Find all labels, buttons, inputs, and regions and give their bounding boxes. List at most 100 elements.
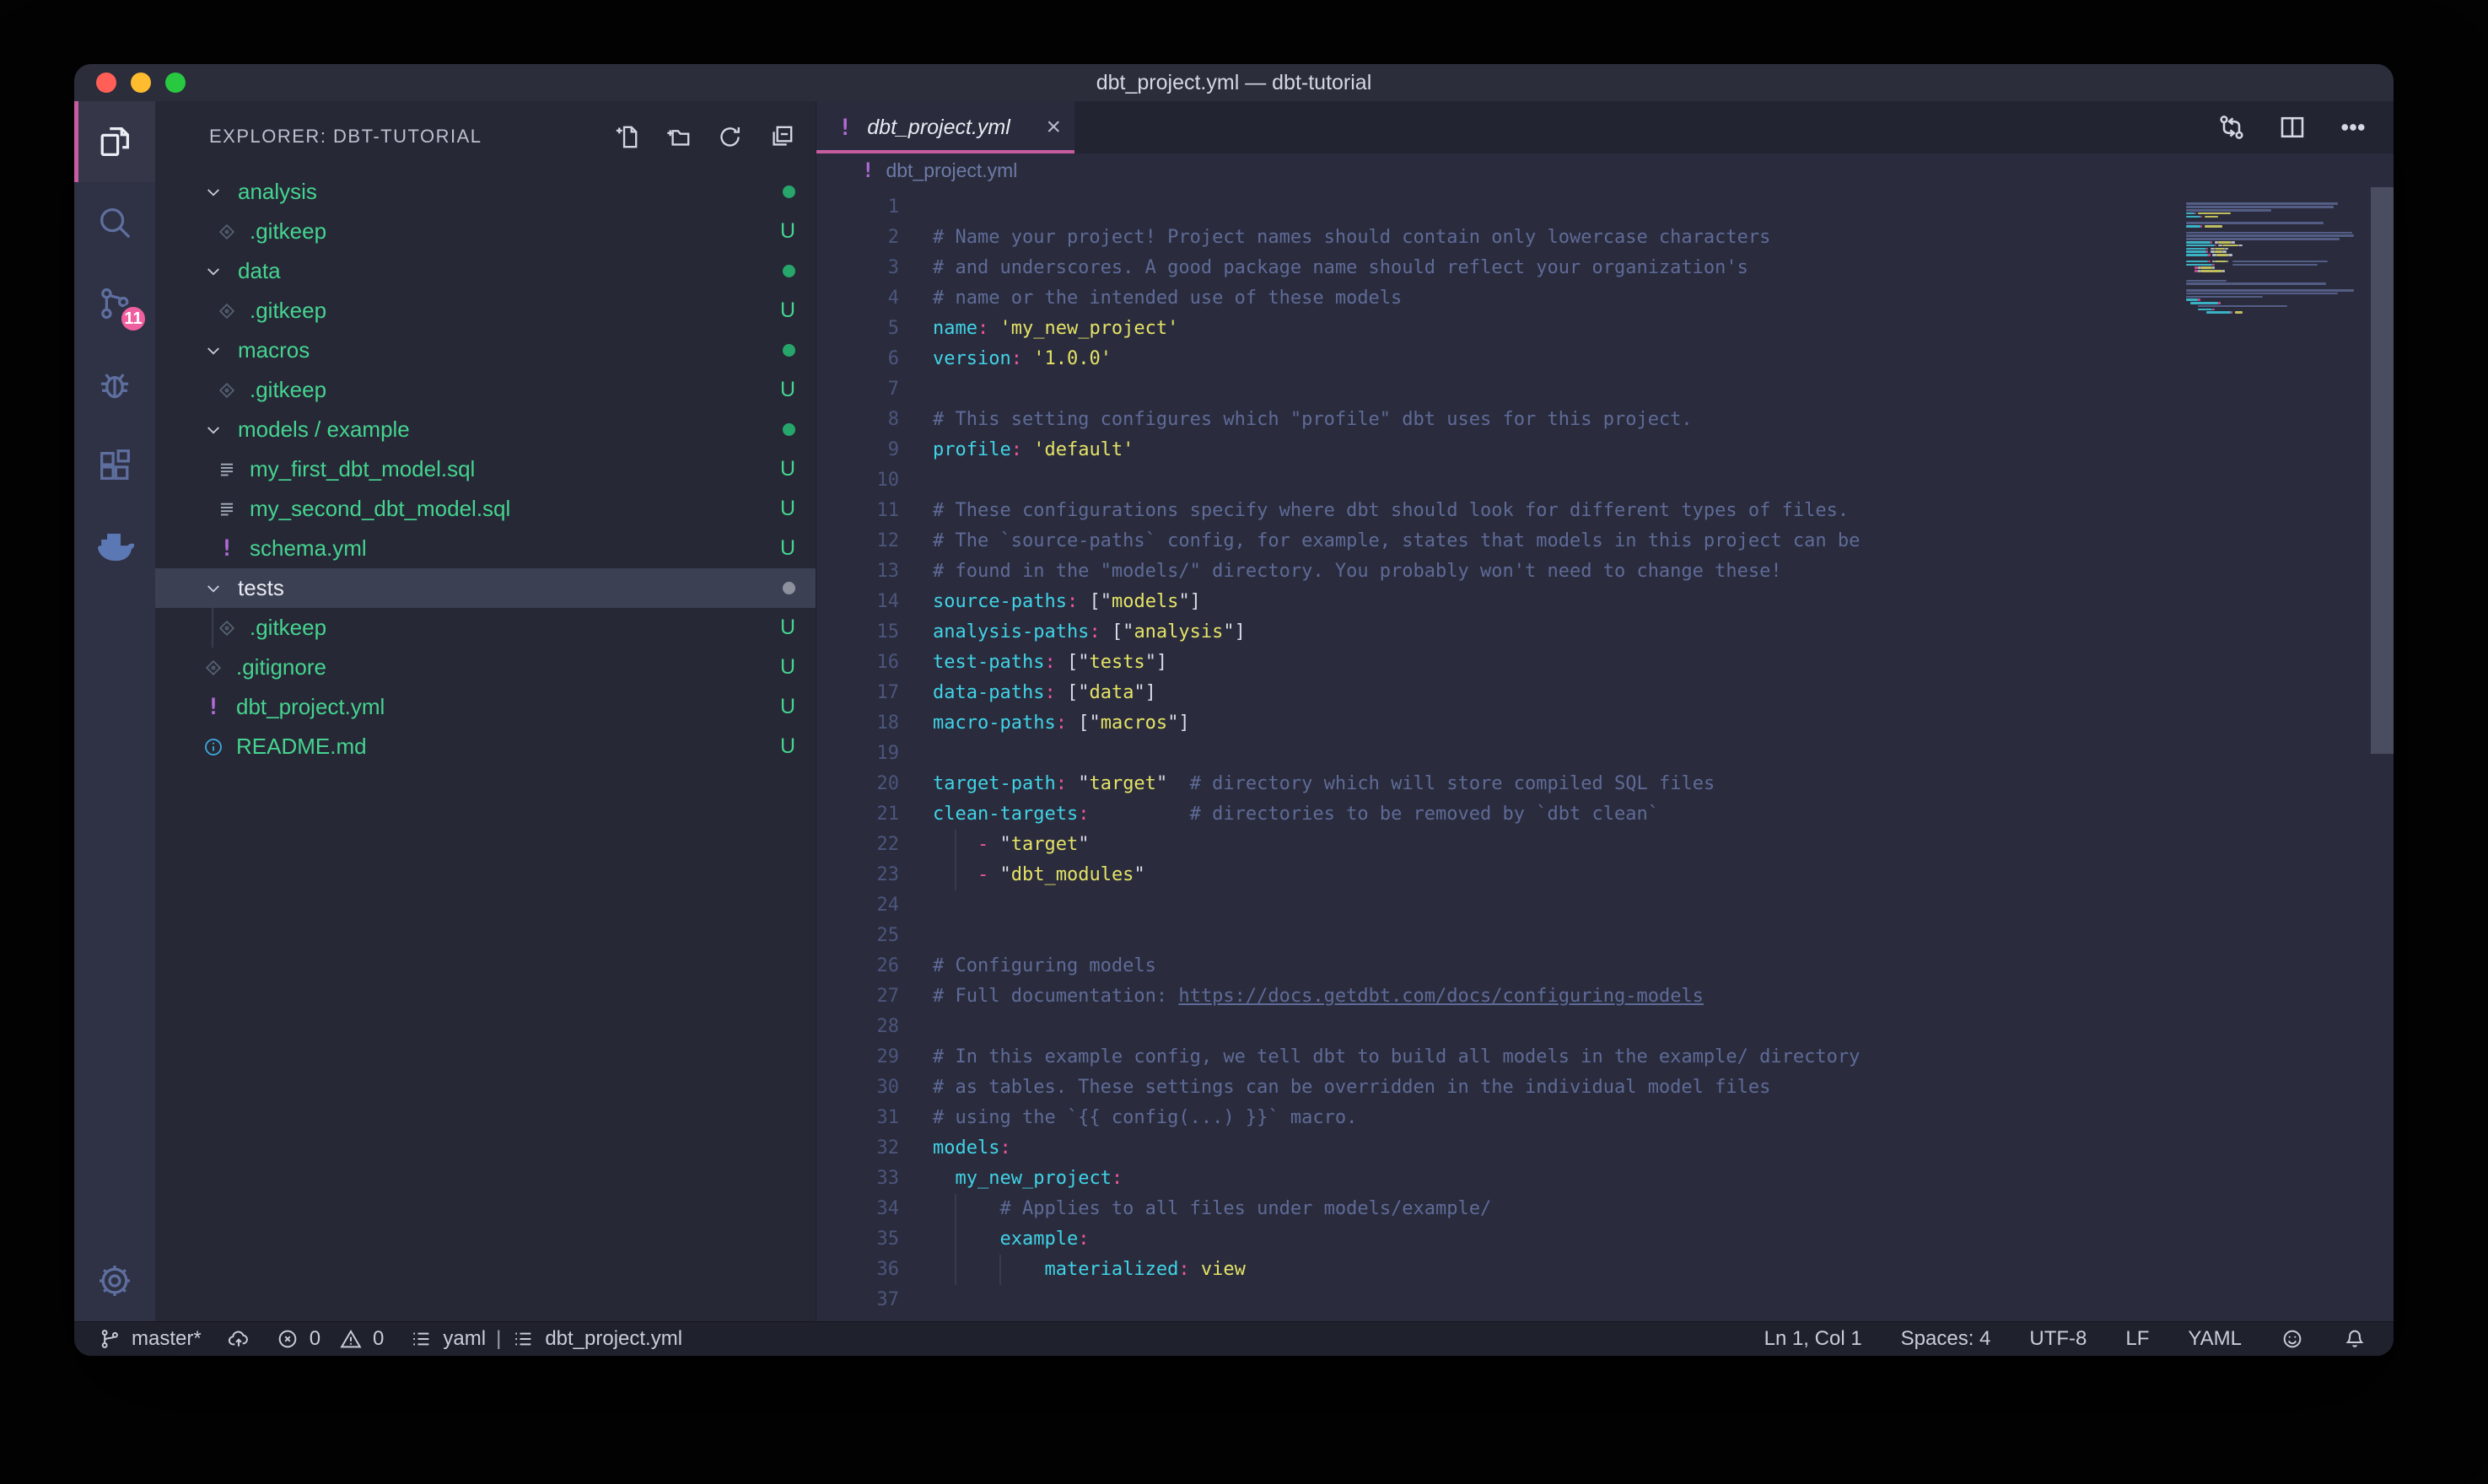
code-line[interactable]: 19 <box>816 739 2394 769</box>
line-number: 9 <box>816 435 899 465</box>
code-line[interactable]: 37 <box>816 1285 2394 1315</box>
code-line[interactable]: 35 example: <box>816 1224 2394 1255</box>
breadcrumb-file: dbt_project.yml <box>886 159 1017 182</box>
language-indicator[interactable]: yaml | dbt_project.yml <box>409 1327 682 1351</box>
sync-changes[interactable] <box>227 1327 250 1351</box>
code-line[interactable]: 29# In this example config, we tell dbt … <box>816 1042 2394 1073</box>
code-line[interactable]: 27# Full documentation: https://docs.get… <box>816 981 2394 1012</box>
cursor-position[interactable]: Ln 1, Col 1 <box>1764 1327 1862 1351</box>
indentation[interactable]: Spaces: 4 <box>1901 1327 1991 1351</box>
yaml-warning-icon: ! <box>216 535 238 562</box>
tree-item-dbt-project-yml[interactable]: !dbt_project.ymlU <box>155 687 816 727</box>
line-content: target-path: "target" # directory which … <box>933 769 1715 799</box>
code-line[interactable]: 2# Name your project! Project names shou… <box>816 223 2394 253</box>
collapse-all-icon[interactable] <box>767 123 795 151</box>
code-line[interactable]: 5name: 'my_new_project' <box>816 314 2394 344</box>
tree-item-label: models / example <box>238 417 783 443</box>
activity-explorer[interactable] <box>74 101 155 182</box>
minimap[interactable] <box>2186 199 2368 317</box>
code-line[interactable]: 30# as tables. These settings can be ove… <box>816 1073 2394 1103</box>
code-line[interactable]: 21clean-targets: # directories to be rem… <box>816 799 2394 830</box>
code-line[interactable]: 18macro-paths: ["macros"] <box>816 708 2394 739</box>
smiley-feedback-icon[interactable] <box>2281 1327 2304 1351</box>
code-line[interactable]: 14source-paths: ["models"] <box>816 587 2394 617</box>
code-line[interactable]: 9profile: 'default' <box>816 435 2394 465</box>
tree-item-models-example[interactable]: models / example <box>155 410 816 449</box>
close-window-button[interactable] <box>96 73 116 93</box>
tree-item--gitkeep[interactable]: .gitkeepU <box>155 212 816 251</box>
code-line[interactable]: 31# using the `{{ config(...) }}` macro. <box>816 1103 2394 1133</box>
code-line[interactable]: 33 my_new_project: <box>816 1164 2394 1194</box>
activity-source-control[interactable]: 11 <box>74 263 155 344</box>
code-line[interactable]: 36 materialized: view <box>816 1255 2394 1285</box>
minimize-window-button[interactable] <box>131 73 151 93</box>
code-line[interactable]: 20target-path: "target" # directory whic… <box>816 769 2394 799</box>
code-line[interactable]: 10 <box>816 465 2394 496</box>
tree-item--gitkeep[interactable]: .gitkeepU <box>155 370 816 410</box>
tree-item-my-second-dbt-model-sql[interactable]: my_second_dbt_model.sqlU <box>155 489 816 529</box>
bell-notifications-icon[interactable] <box>2343 1327 2367 1351</box>
more-actions-icon[interactable] <box>2338 112 2368 142</box>
code-line[interactable]: 13# found in the "models/" directory. Yo… <box>816 556 2394 587</box>
code-line[interactable]: 4# name or the intended use of these mod… <box>816 283 2394 314</box>
code-line[interactable]: 25 <box>816 921 2394 951</box>
maximize-window-button[interactable] <box>165 73 186 93</box>
open-changes-icon[interactable] <box>2216 112 2247 142</box>
encoding[interactable]: UTF-8 <box>2029 1327 2087 1351</box>
code-line[interactable]: 12# The `source-paths` config, for examp… <box>816 526 2394 556</box>
problems-indicator[interactable]: 0 0 <box>276 1327 385 1351</box>
tree-item-macros[interactable]: macros <box>155 331 816 370</box>
code-line[interactable]: 15analysis-paths: ["analysis"] <box>816 617 2394 648</box>
code-line[interactable]: 16test-paths: ["tests"] <box>816 648 2394 678</box>
activity-settings[interactable] <box>74 1240 155 1321</box>
activity-search[interactable] <box>74 182 155 263</box>
code-editor[interactable]: 12# Name your project! Project names sho… <box>816 187 2394 1321</box>
line-content: my_new_project: <box>933 1164 1123 1194</box>
vscode-window: dbt_project.yml — dbt-tutorial 11 <box>74 64 2394 1356</box>
tab-dbt-project-yml[interactable]: ! dbt_project.yml × <box>816 101 1074 153</box>
new-folder-icon[interactable] <box>665 123 692 151</box>
tree-item-label: data <box>238 258 783 284</box>
code-line[interactable]: 6version: '1.0.0' <box>816 344 2394 374</box>
tree-item--gitignore[interactable]: .gitignoreU <box>155 648 816 687</box>
tree-item--gitkeep[interactable]: .gitkeepU <box>155 291 816 331</box>
vertical-scrollbar[interactable] <box>2371 187 2394 754</box>
eol-sequence[interactable]: LF <box>2125 1327 2149 1351</box>
code-line[interactable]: 24 <box>816 890 2394 921</box>
code-line[interactable]: 8# This setting configures which "profil… <box>816 405 2394 435</box>
tree-item-data[interactable]: data <box>155 251 816 291</box>
tree-item-my-first-dbt-model-sql[interactable]: my_first_dbt_model.sqlU <box>155 449 816 489</box>
code-line[interactable]: 32models: <box>816 1133 2394 1164</box>
tree-item-analysis[interactable]: analysis <box>155 172 816 212</box>
code-line[interactable]: 1 <box>816 192 2394 223</box>
tree-item--gitkeep[interactable]: .gitkeepU <box>155 608 816 648</box>
tree-item-schema-yml[interactable]: !schema.ymlU <box>155 529 816 568</box>
activity-docker[interactable] <box>74 506 155 587</box>
line-content: # The `source-paths` config, for example… <box>933 526 1860 556</box>
activity-run-debug[interactable] <box>74 344 155 425</box>
line-content: # and underscores. A good package name s… <box>933 253 1748 283</box>
split-editor-icon[interactable] <box>2277 112 2308 142</box>
new-file-icon[interactable] <box>613 123 641 151</box>
close-tab-icon[interactable]: × <box>1046 115 1061 140</box>
code-line[interactable]: 22 - "target" <box>816 830 2394 860</box>
language-mode[interactable]: YAML <box>2188 1327 2242 1351</box>
code-line[interactable]: 11# These configurations specify where d… <box>816 496 2394 526</box>
code-line[interactable]: 23 - "dbt_modules" <box>816 860 2394 890</box>
code-line[interactable]: 34 # Applies to all files under models/e… <box>816 1194 2394 1224</box>
tree-item-tests[interactable]: tests <box>155 568 816 608</box>
git-branch-indicator[interactable]: master* <box>98 1327 202 1351</box>
chevron-down-icon <box>202 261 224 282</box>
code-line[interactable]: 26# Configuring models <box>816 951 2394 981</box>
code-line[interactable]: 3 # and underscores. A good package name … <box>816 253 2394 283</box>
refresh-icon[interactable] <box>716 123 744 151</box>
code-line[interactable]: 7 <box>816 374 2394 405</box>
activity-extensions[interactable] <box>74 425 155 506</box>
line-number: 3 <box>816 253 899 283</box>
breadcrumb[interactable]: ! dbt_project.yml <box>816 153 2394 187</box>
line-content: # using the `{{ config(...) }}` macro. <box>933 1103 1357 1133</box>
code-line[interactable]: 28 <box>816 1012 2394 1042</box>
tree-item-readme-md[interactable]: README.mdU <box>155 727 816 766</box>
yaml-warning-icon: ! <box>202 694 224 720</box>
code-line[interactable]: 17data-paths: ["data"] <box>816 678 2394 708</box>
